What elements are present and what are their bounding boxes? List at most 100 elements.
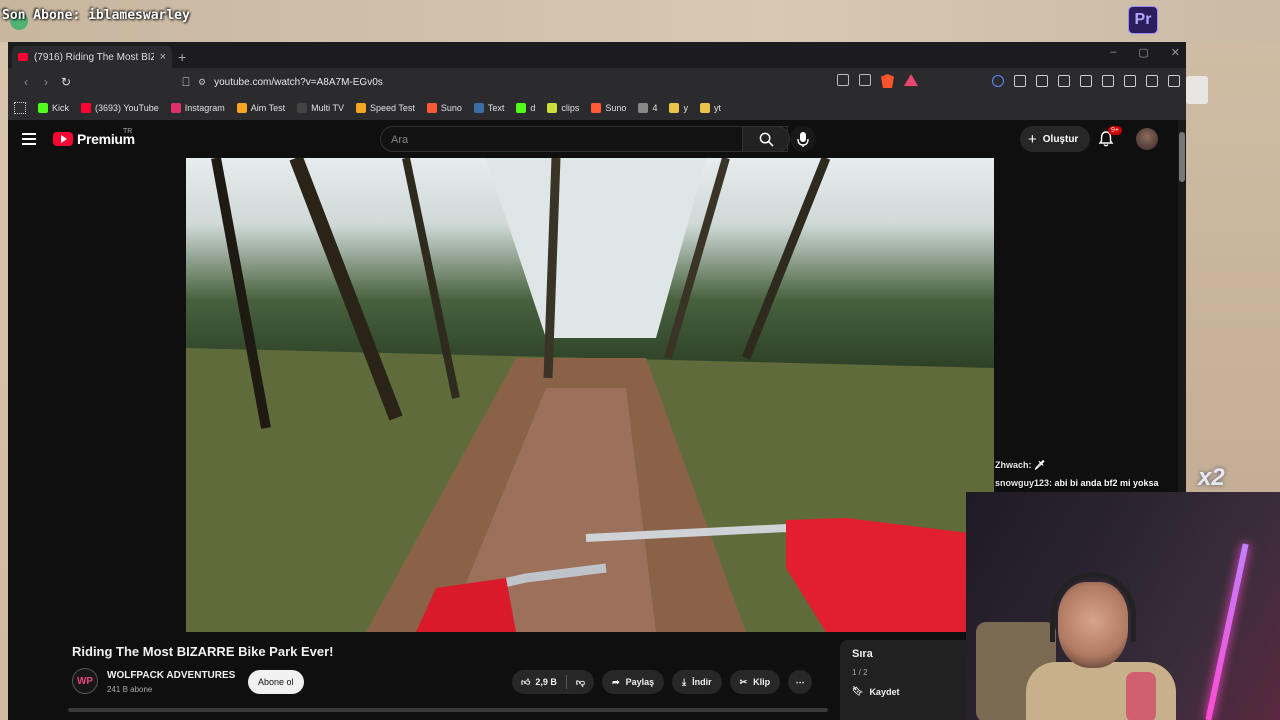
- bookmark-item[interactable]: y: [669, 103, 688, 113]
- share-button[interactable]: ➦ Paylaş: [602, 670, 665, 694]
- bookmark-favicon-icon: [297, 103, 308, 113]
- dislike-button[interactable]: 👎︎: [567, 670, 594, 694]
- tab-close-icon[interactable]: ×: [160, 51, 166, 63]
- bookmark-item[interactable]: Suno: [591, 103, 626, 113]
- bookmark-favicon-icon: [38, 103, 48, 113]
- extensions-toolbar: [992, 75, 1180, 87]
- subscribe-button[interactable]: Abone ol: [248, 670, 304, 694]
- search-box: [380, 126, 788, 152]
- cast-icon[interactable]: [837, 74, 849, 86]
- bookmark-item[interactable]: Suno: [426, 103, 462, 113]
- bookmark-label: yt: [713, 103, 721, 113]
- chat-username: Zhwach:: [995, 460, 1032, 470]
- bookmark-favicon-icon: [669, 103, 680, 113]
- bookmark-item[interactable]: d: [516, 103, 535, 113]
- bookmark-item[interactable]: Kick: [38, 103, 69, 113]
- bookmark-favicon-icon: [516, 103, 527, 113]
- browser-tab-youtube[interactable]: (7916) Riding The Most BIZARRE Bike Park…: [12, 46, 172, 68]
- download-label: İndir: [692, 677, 712, 687]
- forward-icon[interactable]: ›: [36, 75, 56, 89]
- share-label: Paylaş: [625, 677, 655, 687]
- site-info-icon[interactable]: ⚙: [198, 77, 206, 88]
- channel-name[interactable]: WOLFPACK ADVENTURES: [107, 670, 235, 681]
- like-count: 2,9 B: [535, 677, 557, 687]
- bookmark-item[interactable]: Instagram: [170, 103, 225, 113]
- queue-save-button[interactable]: 🔖︎ Kaydet: [852, 686, 899, 697]
- vpn-icon[interactable]: [1146, 75, 1158, 87]
- bookmark-favicon-icon: [591, 103, 602, 113]
- bookmark-page-icon[interactable]: ⎕: [176, 75, 196, 90]
- bookmark-label: y: [683, 103, 688, 113]
- subscriber-count: 241 B abone: [107, 685, 153, 694]
- thumbs-down-icon: 👎︎: [575, 676, 586, 687]
- reload-icon[interactable]: ↻: [56, 75, 76, 89]
- audio-extension-icon[interactable]: [992, 75, 1004, 87]
- maximize-button[interactable]: ▢: [1138, 46, 1148, 59]
- bookmark-item[interactable]: 4: [638, 103, 657, 113]
- chat-text: abi bi anda bf2 mi yoksa: [1054, 478, 1159, 488]
- bookmark-label: clips: [561, 103, 580, 113]
- video-title: Riding The Most BIZARRE Bike Park Ever!: [72, 644, 334, 659]
- brave-rewards-icon[interactable]: [904, 74, 918, 86]
- close-window-button[interactable]: ✕: [1171, 46, 1180, 59]
- tab-search-icon[interactable]: [1036, 75, 1048, 87]
- bookmark-favicon-icon: [355, 103, 366, 113]
- bookmark-favicon-icon: [638, 103, 649, 113]
- bookmark-favicon-icon: [81, 103, 92, 113]
- brave-shields-icon[interactable]: [881, 74, 894, 88]
- bookmark-item[interactable]: Aim Test: [236, 103, 285, 113]
- bookmark-item[interactable]: (3693) YouTube: [81, 103, 159, 113]
- like-button[interactable]: 👍︎ 2,9 B: [512, 670, 566, 694]
- bookmarks-bar: Kick (3693) YouTube Instagram Aim Test Multi…: [8, 96, 1186, 120]
- url-field[interactable]: ⚙ youtube.com/watch?v=A8A7M-EGv0s: [198, 72, 922, 92]
- scrollbar-thumb[interactable]: [1179, 132, 1185, 182]
- create-button[interactable]: + Oluştur: [1020, 126, 1091, 152]
- clip-button[interactable]: ✂ Klip: [729, 670, 781, 694]
- wallet-icon[interactable]: [1102, 75, 1114, 87]
- desktop-background: [1186, 42, 1280, 492]
- apps-grid-icon[interactable]: [14, 102, 26, 114]
- chat-message: Zhwach: 🗡: [995, 456, 1159, 474]
- bookmark-item[interactable]: Multi TV: [297, 103, 344, 113]
- bookmark-favicon-icon: [170, 103, 181, 113]
- new-tab-button[interactable]: +: [178, 49, 186, 65]
- share-page-icon[interactable]: [859, 74, 871, 86]
- video-player[interactable]: [186, 158, 994, 632]
- bookmark-item[interactable]: Speed Test: [355, 103, 415, 113]
- sidebar-icon[interactable]: [1080, 75, 1092, 87]
- like-dislike-group: 👍︎ 2,9 B 👎︎: [512, 670, 595, 694]
- premiere-pro-icon[interactable]: Pr: [1128, 6, 1158, 34]
- clip-label: Klip: [753, 677, 771, 687]
- hamburger-menu-icon[interactable]: [22, 133, 36, 145]
- search-button[interactable]: [742, 126, 790, 152]
- extensions-puzzle-icon[interactable]: [1014, 75, 1026, 87]
- search-icon: [759, 132, 774, 147]
- webcam-microphone: [1126, 672, 1156, 720]
- browser-menu-icon[interactable]: [1168, 75, 1180, 87]
- webcam-neon-light: [1205, 543, 1249, 720]
- account-avatar[interactable]: [1136, 128, 1158, 150]
- bookmark-item[interactable]: yt: [699, 103, 721, 113]
- bookmark-favicon-icon: [236, 103, 247, 113]
- region-code: TR: [123, 128, 133, 135]
- chat-text: 🗡: [1034, 460, 1046, 470]
- download-button[interactable]: ⤓ İndir: [672, 670, 722, 694]
- bookmark-label: d: [530, 103, 536, 113]
- voice-search-button[interactable]: [790, 126, 816, 152]
- scissors-icon: ✂: [739, 676, 748, 687]
- leo-ai-icon[interactable]: [1124, 75, 1136, 87]
- search-input[interactable]: [391, 131, 731, 149]
- channel-avatar[interactable]: WP: [72, 668, 98, 694]
- minimize-button[interactable]: –: [1110, 46, 1116, 59]
- download-icon: ⤓: [682, 676, 687, 687]
- bookmark-item[interactable]: clips: [547, 103, 579, 113]
- tab-bar: (7916) Riding The Most BIZARRE Bike Park…: [8, 42, 1186, 68]
- bookmark-label: Multi TV: [311, 103, 344, 113]
- more-actions-button[interactable]: ⋯: [788, 670, 813, 694]
- back-icon[interactable]: ‹: [16, 75, 36, 89]
- bookmark-item[interactable]: Text: [473, 103, 505, 113]
- media-control-icon[interactable]: [1058, 75, 1070, 87]
- bookmark-label: Text: [487, 103, 505, 113]
- desktop-thumbnail: [1186, 76, 1208, 104]
- window-controls: – ▢ ✕: [1110, 46, 1180, 59]
